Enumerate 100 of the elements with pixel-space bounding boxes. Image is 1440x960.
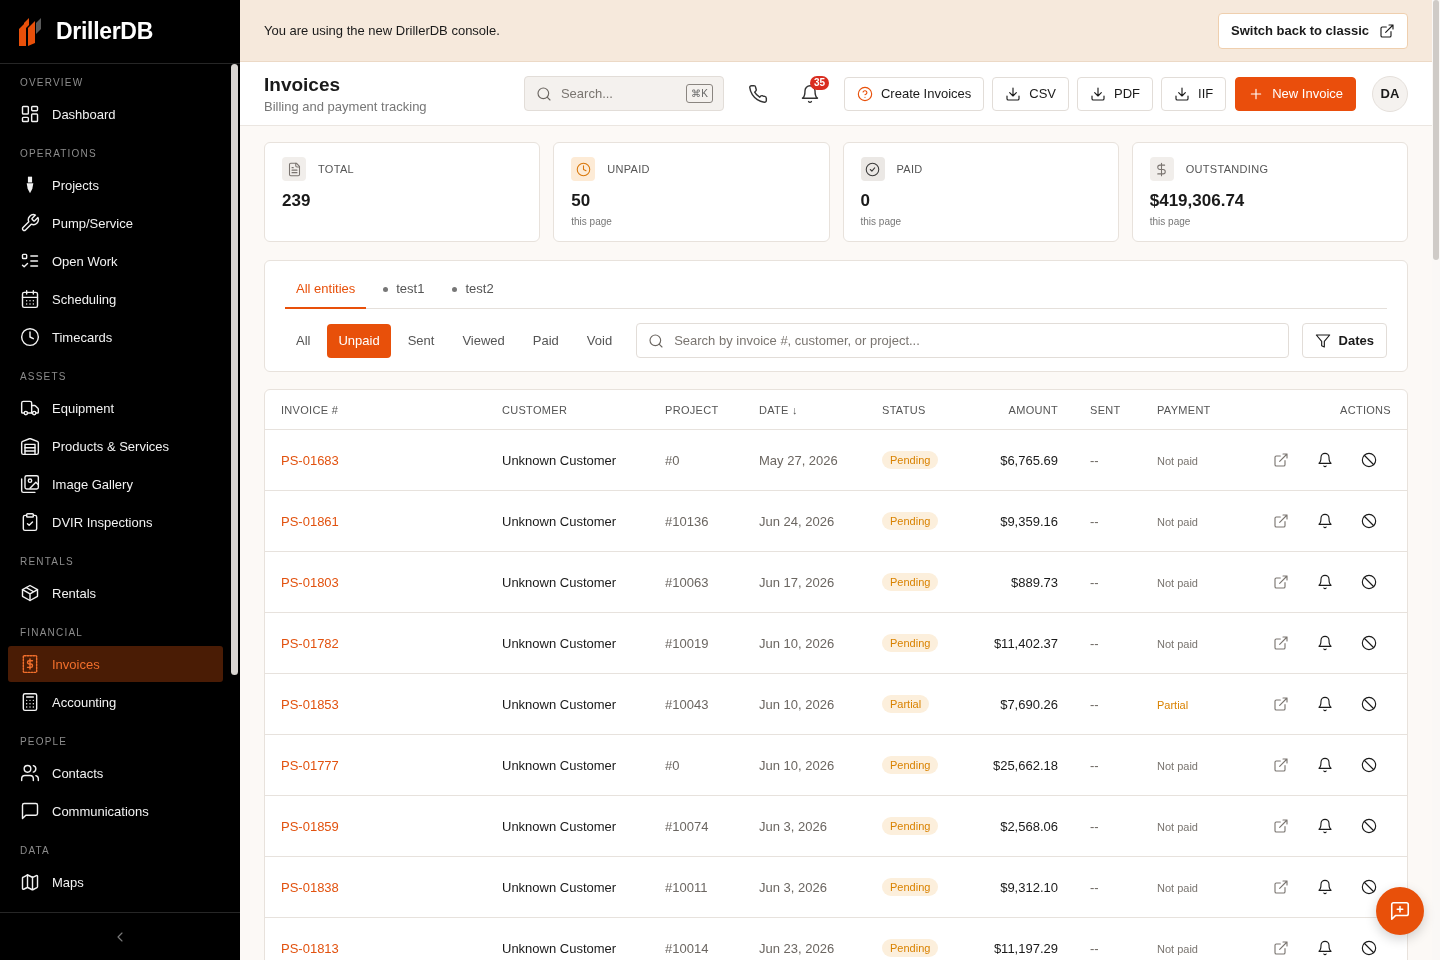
new-message-button[interactable] <box>1376 887 1424 935</box>
page-title: Invoices <box>264 73 342 96</box>
entity-tab[interactable]: All entities <box>285 270 367 309</box>
void-button[interactable] <box>1361 696 1377 712</box>
users-icon <box>20 763 40 783</box>
remind-button[interactable] <box>1317 696 1333 712</box>
void-button[interactable] <box>1361 574 1377 590</box>
external-link-icon <box>1273 879 1289 895</box>
open-button[interactable] <box>1273 513 1289 529</box>
sidebar-item[interactable]: Equipment <box>8 390 223 426</box>
table-cell: -- <box>1090 574 1099 590</box>
stat-label: OUTSTANDING <box>1185 163 1269 175</box>
sidebar-item[interactable]: Scheduling <box>8 281 223 317</box>
open-button[interactable] <box>1273 818 1289 834</box>
notifications-button[interactable]: 35 <box>791 75 828 112</box>
invoice-link[interactable]: PS-01859 <box>281 818 339 834</box>
open-button[interactable] <box>1273 574 1289 590</box>
status-filter-tab[interactable]: All <box>285 323 322 358</box>
status-filter-tab[interactable]: Viewed <box>451 323 516 358</box>
sidebar-item[interactable]: Communications <box>8 793 223 829</box>
invoice-link[interactable]: PS-01683 <box>281 452 339 468</box>
garage-icon <box>20 436 40 456</box>
filter-icon <box>1314 332 1331 349</box>
column-header: ACTIONS <box>1340 403 1391 416</box>
invoice-search-field[interactable]: Search by invoice #, customer, or project... <box>636 323 1289 358</box>
status-filter-tab[interactable]: Unpaid <box>327 323 391 358</box>
invoice-link[interactable]: PS-01861 <box>281 513 339 529</box>
remind-button[interactable] <box>1317 818 1333 834</box>
invoice-link[interactable]: PS-01777 <box>281 757 339 773</box>
scrollbar[interactable] <box>1433 0 1439 260</box>
sidebar-item[interactable]: Accounting <box>8 684 223 720</box>
sidebar-item[interactable]: Projects <box>8 167 223 203</box>
section-label: FINANCIAL <box>19 626 85 640</box>
table-cell: -- <box>1090 940 1099 956</box>
toolbar-button[interactable]: New Invoice <box>1235 76 1356 111</box>
sidebar-item[interactable]: Products & Services <box>8 428 223 464</box>
dates-button[interactable]: Dates <box>1301 323 1387 358</box>
invoice-link[interactable]: PS-01803 <box>281 574 339 590</box>
table-cell: -- <box>1090 635 1099 651</box>
status-filter-tab[interactable]: Sent <box>396 323 446 358</box>
column-header: AMOUNT <box>1008 403 1058 416</box>
remind-button[interactable] <box>1317 513 1333 529</box>
sidebar-item[interactable]: Dashboard <box>8 96 223 132</box>
table-cell: Jun 10, 2026 <box>759 696 835 712</box>
switch-classic-button[interactable]: Switch back to classic <box>1218 12 1408 49</box>
void-button[interactable] <box>1361 635 1377 651</box>
remind-button[interactable] <box>1317 574 1333 590</box>
void-button[interactable] <box>1361 879 1377 895</box>
bell-icon <box>1317 757 1333 773</box>
dot-icon <box>383 286 389 292</box>
column-header: DATE ↓ <box>759 403 798 416</box>
void-button[interactable] <box>1361 818 1377 834</box>
sidebar-item[interactable]: Contacts <box>8 755 223 791</box>
void-button[interactable] <box>1361 452 1377 468</box>
user-avatar[interactable]: DA <box>1372 75 1408 112</box>
void-button[interactable] <box>1361 513 1377 529</box>
sidebar-item[interactable]: Image Gallery <box>8 466 223 502</box>
entity-tab[interactable]: test1 <box>372 270 436 309</box>
open-button[interactable] <box>1273 757 1289 773</box>
sidebar-item[interactable]: DVIR Inspections <box>8 504 223 540</box>
open-button[interactable] <box>1273 696 1289 712</box>
status-filter-tab[interactable]: Void <box>575 323 624 358</box>
remind-button[interactable] <box>1317 452 1333 468</box>
open-button[interactable] <box>1273 452 1289 468</box>
toolbar-button[interactable]: Create Invoices <box>843 76 985 111</box>
void-button[interactable] <box>1361 757 1377 773</box>
scrollbar[interactable] <box>231 64 238 675</box>
column-header: PROJECT <box>665 403 719 416</box>
entity-tab[interactable]: test2 <box>441 270 505 309</box>
open-button[interactable] <box>1273 879 1289 895</box>
table-cell: -- <box>1090 818 1099 834</box>
status-filter-tab[interactable]: Paid <box>521 323 570 358</box>
sidebar-item[interactable]: Maps <box>8 864 223 900</box>
sidebar-item[interactable]: Invoices <box>8 646 223 682</box>
table-cell: Jun 24, 2026 <box>759 513 835 529</box>
open-button[interactable] <box>1273 635 1289 651</box>
sidebar-item[interactable]: Timecards <box>8 319 223 355</box>
remind-button[interactable] <box>1317 940 1333 956</box>
remind-button[interactable] <box>1317 879 1333 895</box>
void-button[interactable] <box>1361 940 1377 956</box>
status-badge: Pending <box>882 573 939 591</box>
toolbar-button[interactable]: PDF <box>1077 76 1153 111</box>
open-button[interactable] <box>1273 940 1289 956</box>
toolbar-button[interactable]: IIF <box>1161 76 1227 111</box>
banner-text: You are using the new DrillerDB console. <box>264 23 500 38</box>
status-badge: Pending <box>882 512 939 530</box>
invoice-link[interactable]: PS-01782 <box>281 635 339 651</box>
ban-icon <box>1361 513 1377 529</box>
sidebar-item[interactable]: Pump/Service <box>8 205 223 241</box>
invoice-link[interactable]: PS-01853 <box>281 696 339 712</box>
remind-button[interactable] <box>1317 635 1333 651</box>
calendar-icon <box>20 289 40 309</box>
invoice-link[interactable]: PS-01813 <box>281 940 339 956</box>
sidebar-item[interactable]: Open Work <box>8 243 223 279</box>
toolbar-button[interactable]: CSV <box>992 76 1069 111</box>
remind-button[interactable] <box>1317 757 1333 773</box>
sidebar-item[interactable]: Rentals <box>8 575 223 611</box>
invoice-link[interactable]: PS-01838 <box>281 879 339 895</box>
table-cell: $7,690.26 <box>1000 696 1058 712</box>
column-header: CUSTOMER <box>502 403 568 416</box>
